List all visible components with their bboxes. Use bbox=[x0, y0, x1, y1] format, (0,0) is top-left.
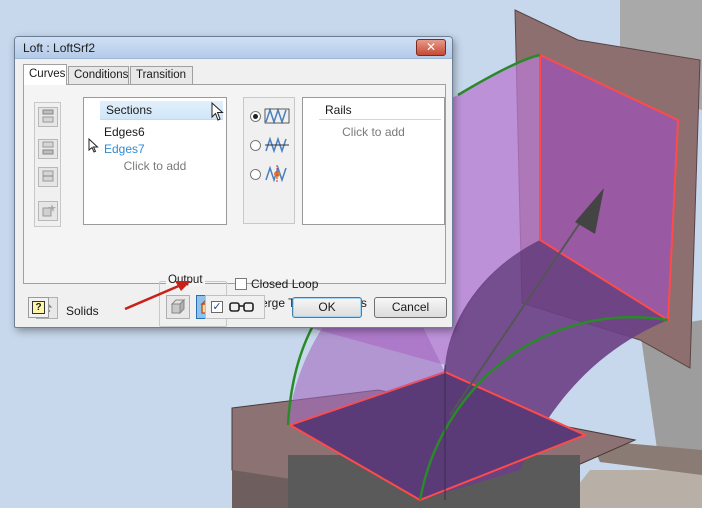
point-set-button[interactable] bbox=[38, 201, 58, 221]
loft-dialog: Loft : LoftSrf2 ✕ Curves Conditions Tran… bbox=[14, 36, 453, 328]
rails-loft-icon bbox=[264, 107, 290, 125]
stack-up-icon bbox=[42, 109, 54, 123]
tab-transition[interactable]: Transition bbox=[130, 66, 193, 84]
close-button[interactable]: ✕ bbox=[416, 39, 446, 56]
rails-list[interactable]: Rails Click to add bbox=[302, 97, 445, 225]
closed-loop-label[interactable]: Closed Loop bbox=[251, 277, 318, 291]
radio-centerline[interactable] bbox=[250, 140, 261, 151]
section-item-edges7[interactable]: Edges7 bbox=[104, 142, 145, 156]
centerline-loft-icon bbox=[265, 136, 289, 154]
cancel-button[interactable]: Cancel bbox=[374, 297, 447, 318]
title-bar[interactable]: Loft : LoftSrf2 ✕ bbox=[15, 37, 452, 59]
rails-header[interactable]: Rails bbox=[319, 101, 441, 120]
rails-click-to-add[interactable]: Click to add bbox=[303, 125, 444, 139]
tab-curves[interactable]: Curves bbox=[23, 64, 67, 85]
area-loft-icon bbox=[265, 165, 287, 183]
radio-rails[interactable] bbox=[250, 111, 261, 122]
section-tools bbox=[34, 102, 61, 227]
help-button[interactable]: ? bbox=[28, 297, 49, 318]
move-down-button[interactable] bbox=[38, 139, 58, 159]
glasses-icon bbox=[229, 302, 254, 312]
stack-down-icon bbox=[42, 141, 54, 155]
stack-icon bbox=[42, 170, 54, 182]
close-icon: ✕ bbox=[425, 40, 437, 54]
reorder-button[interactable] bbox=[38, 167, 58, 187]
closed-loop-checkbox[interactable] bbox=[235, 278, 247, 290]
help-icon: ? bbox=[32, 301, 45, 314]
radio-area[interactable] bbox=[250, 169, 261, 180]
mouse-cursor-icon bbox=[211, 102, 224, 121]
curves-panel: Sections Edges6 Edges7 Click to add Rail… bbox=[23, 84, 446, 327]
loft-type-area[interactable] bbox=[250, 164, 292, 186]
tab-conditions[interactable]: Conditions bbox=[68, 66, 129, 84]
sections-header[interactable]: Sections bbox=[100, 101, 223, 120]
annotation-arrow bbox=[124, 281, 191, 311]
preview-toggle[interactable]: ✓ bbox=[205, 295, 265, 319]
loft-type-centerline[interactable] bbox=[250, 135, 292, 157]
select-arrow-icon bbox=[88, 138, 99, 153]
ok-button[interactable]: OK bbox=[292, 297, 362, 318]
loft-type-group bbox=[243, 97, 295, 224]
section-item-edges6[interactable]: Edges6 bbox=[104, 125, 145, 139]
sparkle-icon bbox=[42, 204, 56, 217]
sections-list[interactable]: Sections Edges6 Edges7 Click to add bbox=[83, 97, 227, 225]
sections-click-to-add[interactable]: Click to add bbox=[84, 159, 226, 173]
solids-label: Solids bbox=[66, 304, 99, 318]
loft-type-rails[interactable] bbox=[250, 106, 292, 128]
dialog-title: Loft : LoftSrf2 bbox=[23, 41, 96, 55]
preview-checkbox[interactable]: ✓ bbox=[211, 301, 223, 313]
move-up-button[interactable] bbox=[38, 107, 58, 127]
